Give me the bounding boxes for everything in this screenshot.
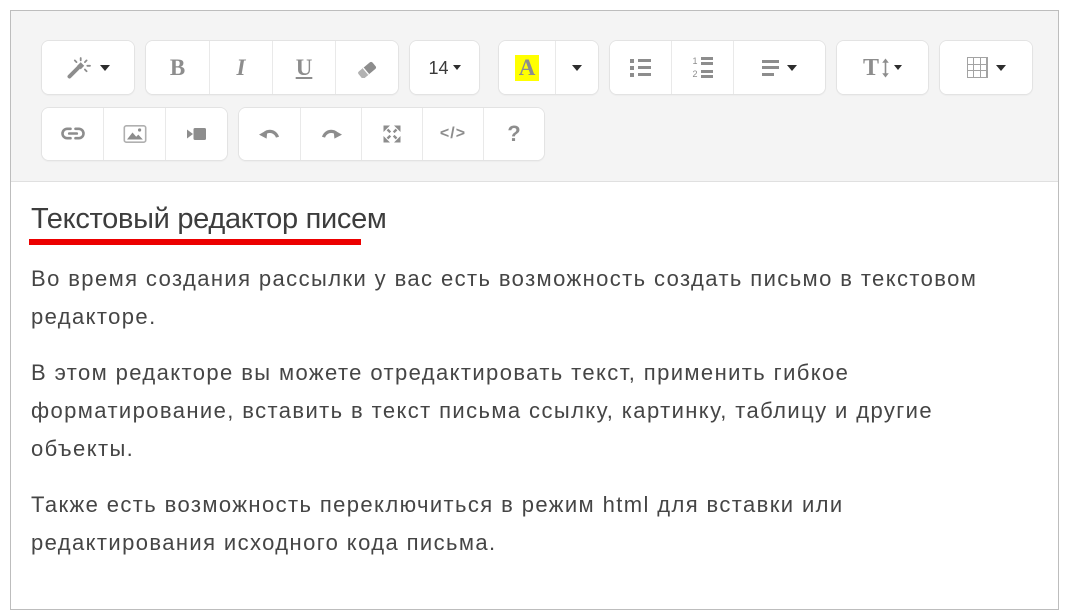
editor-content-area[interactable]: Текстовый редактор писем Во время создан… bbox=[11, 182, 1058, 562]
code-icon: </> bbox=[440, 125, 466, 143]
insert-image-button[interactable] bbox=[103, 108, 165, 160]
history-tools-group: </> ? bbox=[238, 107, 545, 161]
chevron-down-icon bbox=[894, 65, 902, 70]
insert-video-button[interactable] bbox=[165, 108, 227, 160]
fullscreen-button[interactable] bbox=[361, 108, 422, 160]
font-size-group: 14 bbox=[409, 40, 480, 95]
line-height-label: T bbox=[863, 56, 879, 80]
toolbar-row-1: B I U bbox=[41, 40, 1058, 95]
html-code-button[interactable]: </> bbox=[422, 108, 483, 160]
italic-button[interactable]: I bbox=[209, 41, 272, 94]
table-icon bbox=[967, 57, 988, 78]
link-icon bbox=[60, 124, 86, 144]
fullscreen-icon bbox=[382, 124, 402, 144]
help-icon: ? bbox=[507, 121, 520, 147]
redo-button[interactable] bbox=[300, 108, 361, 160]
heading-red-underline bbox=[29, 239, 361, 245]
clear-formatting-button[interactable] bbox=[335, 41, 398, 94]
line-height-group: T bbox=[836, 40, 929, 95]
paragraph-line: Также есть возможность переключиться в р… bbox=[31, 486, 1030, 524]
paragraph-3: Также есть возможность переключиться в р… bbox=[31, 486, 1030, 562]
email-text-editor: B I U bbox=[10, 10, 1059, 610]
font-size-value: 14 bbox=[428, 59, 448, 77]
magic-wand-icon bbox=[66, 57, 92, 79]
text-format-group: B I U bbox=[145, 40, 399, 95]
undo-button[interactable] bbox=[239, 108, 300, 160]
toolbar-row-2: </> ? bbox=[41, 107, 1058, 161]
italic-label: I bbox=[237, 56, 246, 79]
underline-label: U bbox=[296, 56, 313, 79]
chevron-down-icon bbox=[572, 65, 582, 71]
bold-button[interactable]: B bbox=[146, 41, 209, 94]
document-heading: Текстовый редактор писем bbox=[31, 202, 1030, 236]
list-group: 1 2 bbox=[609, 40, 826, 95]
align-button[interactable] bbox=[733, 41, 825, 94]
video-icon bbox=[185, 125, 208, 143]
paragraph-line: редакторе. bbox=[31, 298, 1030, 336]
align-icon bbox=[762, 60, 779, 76]
insert-table-button[interactable] bbox=[940, 41, 1032, 94]
line-height-button[interactable]: T bbox=[837, 41, 928, 94]
up-down-arrow-icon bbox=[881, 58, 890, 78]
text-color-dropdown-button[interactable] bbox=[555, 41, 598, 94]
magic-styles-button[interactable] bbox=[42, 41, 134, 94]
text-color-button[interactable]: A bbox=[499, 41, 555, 94]
chevron-down-icon bbox=[787, 65, 797, 71]
paragraph-2: В этом редакторе вы можете отредактирова… bbox=[31, 354, 1030, 468]
paragraph-line: редактирования исходного кода письма. bbox=[31, 524, 1030, 562]
editor-toolbar: B I U bbox=[11, 11, 1058, 182]
bullet-list-button[interactable] bbox=[610, 41, 671, 94]
text-color-group: A bbox=[498, 40, 599, 95]
insert-link-button[interactable] bbox=[42, 108, 103, 160]
paragraph-line: В этом редакторе вы можете отредактирова… bbox=[31, 354, 1030, 392]
image-icon bbox=[123, 124, 147, 144]
numbered-list-button[interactable]: 1 2 bbox=[671, 41, 733, 94]
undo-icon bbox=[258, 125, 282, 143]
bold-label: B bbox=[170, 56, 185, 79]
chevron-down-icon bbox=[100, 65, 110, 71]
paragraph-1: Во время создания рассылки у вас есть во… bbox=[31, 260, 1030, 336]
paragraph-line: Во время создания рассылки у вас есть во… bbox=[31, 260, 1030, 298]
text-color-icon: A bbox=[515, 55, 540, 81]
insert-group bbox=[41, 107, 228, 161]
chevron-down-icon bbox=[453, 65, 461, 70]
bullet-list-icon bbox=[630, 59, 651, 77]
numbered-list-icon: 1 2 bbox=[692, 57, 713, 79]
paragraph-line: форматирование, вставить в текст письма … bbox=[31, 392, 1030, 430]
help-button[interactable]: ? bbox=[483, 108, 544, 160]
magic-styles-group bbox=[41, 40, 135, 95]
redo-icon bbox=[319, 125, 343, 143]
eraser-icon bbox=[355, 58, 379, 78]
paragraph-line: объекты. bbox=[31, 430, 1030, 468]
chevron-down-icon bbox=[996, 65, 1006, 71]
font-size-button[interactable]: 14 bbox=[410, 41, 479, 94]
underline-button[interactable]: U bbox=[272, 41, 335, 94]
table-group bbox=[939, 40, 1033, 95]
